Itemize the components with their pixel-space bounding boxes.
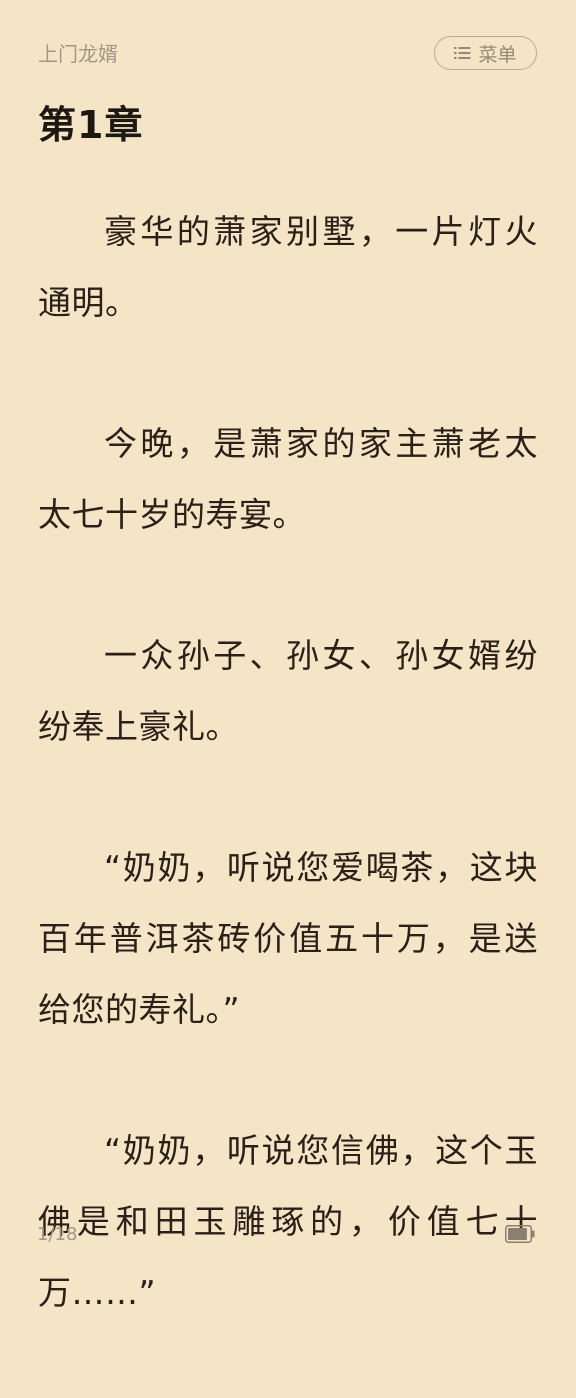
menu-label: 菜单 <box>478 43 517 66</box>
paragraph: 今晚，是萧家的家主萧老太太七十岁的寿宴。 <box>38 424 538 534</box>
menu-button[interactable]: 菜单 <box>434 36 537 70</box>
paragraph: “奶奶，听说您爱喝茶，这块百年普洱茶砖价值五十万，是送给您的寿礼。” <box>38 848 538 1029</box>
chapter-title: 第1章 <box>38 103 144 147</box>
book-title: 上门龙婿 <box>38 42 118 66</box>
page-indicator: 1/18 <box>37 1224 78 1245</box>
paragraph: 一众孙子、孙女、孙女婿纷纷奉上豪礼。 <box>38 636 538 746</box>
reader-footer: 1/18 <box>0 1200 576 1280</box>
list-icon <box>454 47 471 59</box>
battery-icon <box>505 1225 535 1243</box>
paragraph: 豪华的萧家别墅，一片灯火通明。 <box>38 212 538 322</box>
reader-header: 上门龙婿 菜单 <box>0 0 576 100</box>
